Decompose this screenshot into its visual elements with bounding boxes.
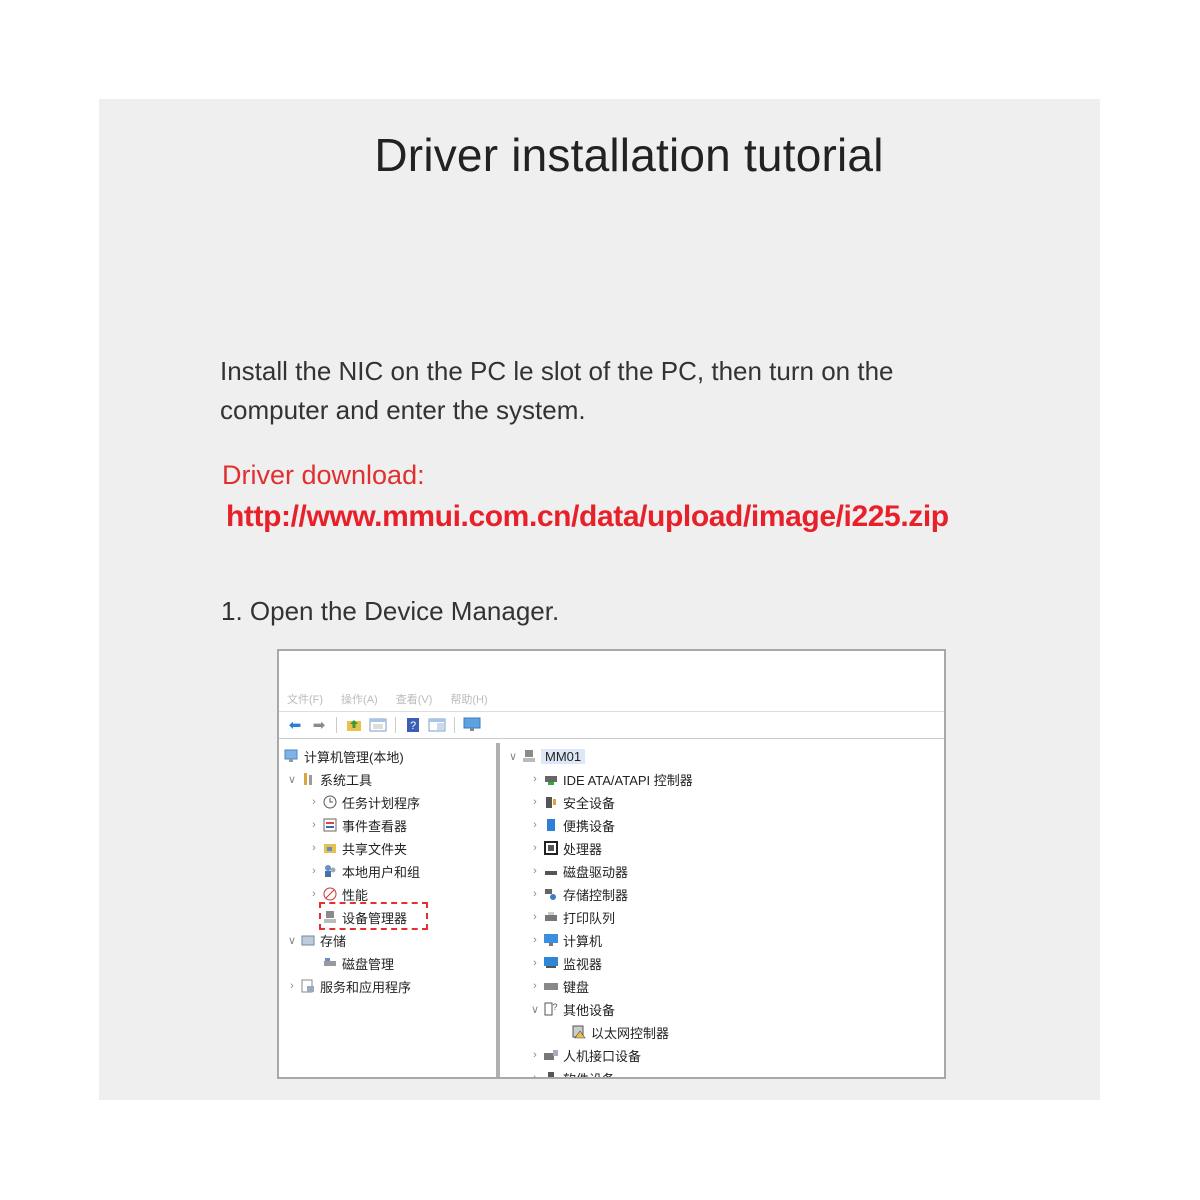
tree-item-computer-management[interactable]: 计算机管理(本地)	[283, 745, 404, 767]
device-category-hid[interactable]: › 人机接口设备	[528, 1044, 641, 1066]
intro-text: Install the NIC on the PC le slot of the…	[220, 356, 894, 425]
tree-item-system-tools[interactable]: ∨ 系统工具	[285, 768, 372, 790]
toolbar-separator	[395, 717, 396, 733]
tree-item-services-applications[interactable]: › 服务和应用程序	[285, 975, 411, 997]
device-category-disk-drives[interactable]: › 磁盘驱动器	[528, 860, 628, 882]
monitor-icon	[542, 956, 559, 971]
chevron-right-icon[interactable]: ›	[307, 865, 321, 877]
ethernet-controller-warning-icon	[570, 1025, 587, 1040]
device-tree-root[interactable]: ∨ MM01	[506, 745, 586, 767]
chevron-right-icon[interactable]: ›	[307, 888, 321, 900]
chevron-right-icon[interactable]: ›	[307, 796, 321, 808]
monitor-icon[interactable]	[462, 716, 482, 734]
computer-icon	[542, 933, 559, 948]
menu-item-view[interactable]: 查看(V)	[396, 691, 433, 706]
tree-item-storage[interactable]: ∨ 存储	[285, 929, 346, 951]
device-tree: ∨ MM01 › IDE ATA/ATAPI 控制器 › 安全设备 › 便携设备…	[498, 743, 944, 1077]
chevron-right-icon[interactable]: ›	[307, 819, 321, 831]
keyboard-icon	[542, 979, 559, 994]
chevron-right-icon[interactable]: ›	[528, 957, 542, 969]
security-device-icon	[542, 795, 559, 810]
device-category-print-queues[interactable]: › 打印队列	[528, 906, 615, 928]
step-1-text: 1. Open the Device Manager.	[221, 596, 560, 626]
computer-management-icon	[283, 749, 300, 764]
menu-item-action[interactable]: 操作(A)	[341, 691, 378, 706]
chevron-right-icon[interactable]: ›	[528, 842, 542, 854]
chevron-right-icon[interactable]: ›	[528, 888, 542, 900]
menu-item-help[interactable]: 帮助(H)	[450, 691, 487, 706]
chevron-right-icon[interactable]: ›	[528, 865, 542, 877]
event-viewer-icon	[321, 818, 338, 833]
folder-up-icon[interactable]	[344, 716, 364, 734]
device-category-other-devices[interactable]: ∨ ? 其他设备	[528, 998, 615, 1020]
chevron-right-icon[interactable]: ›	[528, 1049, 542, 1061]
tree-item-local-users-groups[interactable]: › 本地用户和组	[307, 860, 420, 882]
storage-controller-icon	[542, 887, 559, 902]
performance-icon	[321, 887, 338, 902]
chevron-right-icon[interactable]: ›	[307, 842, 321, 854]
toolbar-separator	[336, 717, 337, 733]
chevron-right-icon[interactable]: ›	[528, 934, 542, 946]
tree-item-disk-management[interactable]: 磁盘管理	[321, 952, 394, 974]
menu-item-file[interactable]: 文件(F)	[287, 691, 323, 706]
shared-folder-icon	[321, 841, 338, 856]
forward-arrow-icon[interactable]: ➡	[309, 716, 329, 734]
navigation-tree: 计算机管理(本地) ∨ 系统工具 › 任务计划程序 › 事件查看器 › 共享文件…	[279, 743, 498, 1077]
other-devices-icon: ?	[542, 1002, 559, 1017]
chevron-right-icon[interactable]: ›	[285, 980, 299, 992]
tree-item-task-scheduler[interactable]: › 任务计划程序	[307, 791, 420, 813]
portable-device-icon	[542, 818, 559, 833]
device-category-software[interactable]: › 软件设备	[528, 1067, 615, 1077]
device-category-security[interactable]: › 安全设备	[528, 791, 615, 813]
properties-icon[interactable]	[368, 716, 388, 734]
users-icon	[321, 864, 338, 879]
chevron-down-icon[interactable]: ∨	[528, 1003, 542, 1016]
device-category-processor[interactable]: › 处理器	[528, 837, 602, 859]
chevron-down-icon[interactable]: ∨	[506, 750, 520, 763]
device-category-ide[interactable]: › IDE ATA/ATAPI 控制器	[528, 768, 693, 790]
ide-controller-icon	[542, 772, 559, 787]
help-icon[interactable]: ?	[403, 716, 423, 734]
device-category-portable[interactable]: › 便携设备	[528, 814, 615, 836]
chevron-right-icon[interactable]: ›	[528, 819, 542, 831]
device-category-computer[interactable]: › 计算机	[528, 929, 602, 951]
clock-icon	[321, 795, 338, 810]
svg-text:?: ?	[552, 1002, 557, 1012]
chevron-right-icon[interactable]: ›	[528, 773, 542, 785]
chevron-right-icon[interactable]: ›	[528, 980, 542, 992]
hid-icon	[542, 1048, 559, 1063]
page-title: Driver installation tutorial	[374, 129, 884, 181]
tree-item-event-viewer[interactable]: › 事件查看器	[307, 814, 407, 836]
svg-text:?: ?	[410, 720, 416, 732]
processor-icon	[542, 841, 559, 856]
back-arrow-icon[interactable]: ⬅	[285, 716, 305, 734]
device-category-keyboards[interactable]: › 键盘	[528, 975, 589, 997]
disk-management-icon	[321, 956, 338, 971]
device-category-storage-controllers[interactable]: › 存储控制器	[528, 883, 628, 905]
device-manager-highlight-box	[319, 902, 428, 930]
chevron-right-icon[interactable]: ›	[528, 1072, 542, 1077]
services-icon	[299, 979, 316, 994]
device-category-monitors[interactable]: › 监视器	[528, 952, 602, 974]
chevron-right-icon[interactable]: ›	[528, 911, 542, 923]
driver-download-label: Driver download:	[222, 460, 425, 490]
storage-icon	[299, 933, 316, 948]
toolbar: ⬅ ➡ ?	[279, 711, 944, 739]
computer-management-window: 文件(F) 操作(A) 查看(V) 帮助(H) ⬅ ➡ ? 计算机管理(本地) …	[277, 649, 946, 1079]
software-device-icon	[542, 1071, 559, 1077]
chevron-down-icon[interactable]: ∨	[285, 934, 299, 947]
tree-item-shared-folders[interactable]: › 共享文件夹	[307, 837, 407, 859]
device-ethernet-controller[interactable]: 以太网控制器	[570, 1021, 669, 1043]
driver-download-link[interactable]: http://www.mmui.com.cn/data/upload/image…	[226, 500, 949, 534]
view-icon[interactable]	[427, 716, 447, 734]
printer-icon	[542, 910, 559, 925]
toolbar-separator	[454, 717, 455, 733]
chevron-right-icon[interactable]: ›	[528, 796, 542, 808]
system-tools-icon	[299, 772, 316, 787]
disk-drive-icon	[542, 864, 559, 879]
menu-bar: 文件(F) 操作(A) 查看(V) 帮助(H)	[287, 691, 488, 706]
chevron-down-icon[interactable]: ∨	[285, 773, 299, 786]
computer-icon	[520, 749, 537, 764]
